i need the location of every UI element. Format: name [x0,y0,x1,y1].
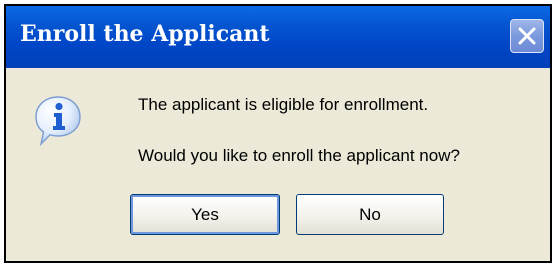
close-icon [518,27,536,45]
no-button[interactable]: No [296,194,444,235]
yes-button[interactable]: Yes [130,194,280,235]
dialog-title: Enroll the Applicant [20,21,270,47]
title-bar[interactable]: Enroll the Applicant [6,6,550,68]
eligibility-message: The applicant is eligible for enrollment… [138,95,429,114]
information-icon [35,96,81,147]
enroll-dialog: Enroll the Applicant The applicant is el… [4,4,552,263]
enroll-question: Would you like to enroll the applicant n… [138,146,460,165]
close-button[interactable] [510,19,544,53]
